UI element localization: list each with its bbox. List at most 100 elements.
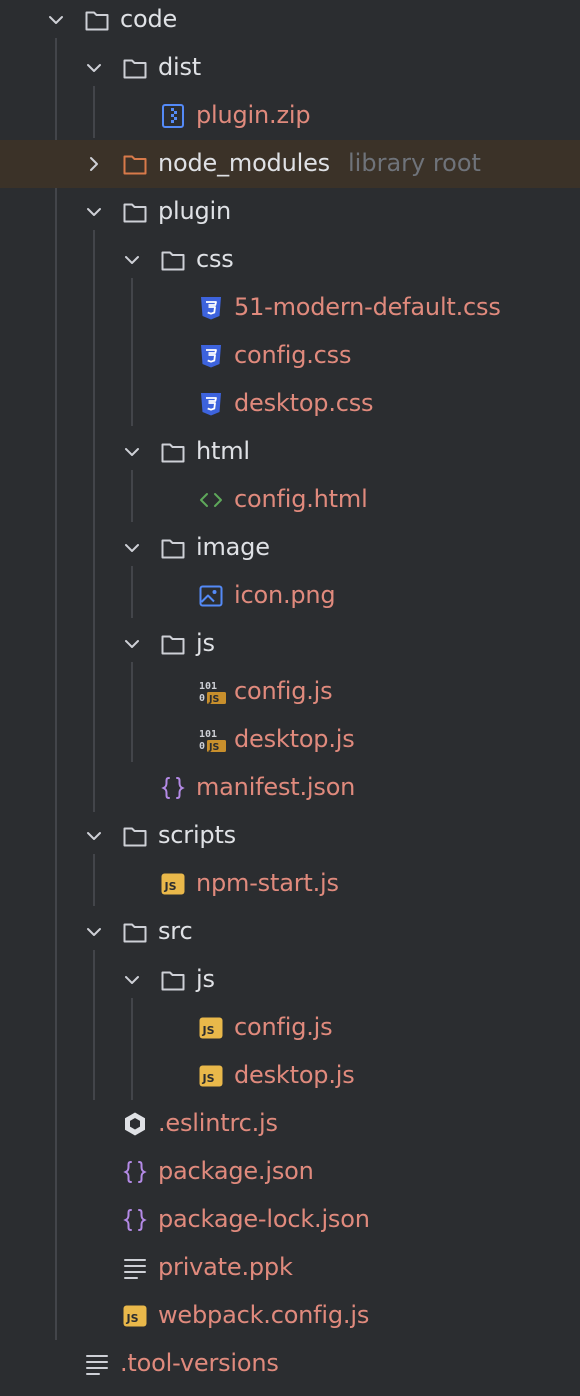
tree-label: css <box>196 245 234 273</box>
compiled-js-icon: 101 0 JS <box>199 729 226 753</box>
tree-row-image-file[interactable]: icon.png <box>0 572 580 620</box>
tree-label: config.js <box>234 1013 333 1041</box>
tree-row-json-file[interactable]: package-lock.json <box>0 1196 580 1244</box>
chevron-down-icon[interactable] <box>82 920 106 944</box>
chevron-down-icon[interactable] <box>120 536 144 560</box>
folder-icon <box>161 443 185 463</box>
folder-icon <box>123 59 147 79</box>
js-badge-text: JS <box>164 880 177 893</box>
folder-icon <box>161 251 185 271</box>
tree-row-css-file[interactable]: desktop.css <box>0 380 580 428</box>
tree-label: webpack.config.js <box>158 1301 370 1329</box>
chevron-down-icon[interactable] <box>82 56 106 80</box>
tree-row-json-file[interactable]: package.json <box>0 1148 580 1196</box>
tree-row-text-file[interactable]: private.ppk <box>0 1244 580 1292</box>
tree-label: npm-start.js <box>196 869 339 897</box>
tree-row-node-modules[interactable]: node_modules library root <box>0 140 580 188</box>
tree-label: scripts <box>158 821 236 849</box>
chevron-down-icon[interactable] <box>82 824 106 848</box>
badge-js-text: JS <box>208 742 220 753</box>
library-root-hint: library root <box>348 149 481 177</box>
tree-label: .tool-versions <box>120 1349 279 1377</box>
tree-row-src-js[interactable]: js <box>0 956 580 1004</box>
badge-top-text: 101 <box>199 681 217 692</box>
archive-icon <box>162 104 184 128</box>
tree-label: icon.png <box>234 581 336 609</box>
tree-row-dist[interactable]: dist <box>0 44 580 92</box>
tree-row-image[interactable]: image <box>0 524 580 572</box>
tree-row-src[interactable]: src <box>0 908 580 956</box>
tree-row-scripts[interactable]: scripts <box>0 812 580 860</box>
tree-label: html <box>196 437 250 465</box>
chevron-down-icon[interactable] <box>82 200 106 224</box>
chevron-down-icon[interactable] <box>120 632 144 656</box>
compiled-js-icon: 101 0 JS <box>199 681 226 705</box>
tree-row-js-file[interactable]: JS webpack.config.js <box>0 1292 580 1340</box>
tree-label: desktop.js <box>234 1061 355 1089</box>
folder-icon <box>85 11 109 31</box>
tree-label: code <box>120 5 178 33</box>
js-badge-text: JS <box>202 1024 215 1037</box>
chevron-down-icon[interactable] <box>120 440 144 464</box>
tree-label: desktop.css <box>234 389 374 417</box>
badge-bottom-text: 0 <box>199 741 205 752</box>
tree-label: src <box>158 917 193 945</box>
tree-row-code[interactable]: code <box>0 0 580 44</box>
html-file-icon <box>200 493 222 507</box>
folder-icon <box>123 203 147 223</box>
tree-label: package-lock.json <box>158 1205 370 1233</box>
folder-icon <box>123 923 147 943</box>
tree-row-js-file[interactable]: JS config.js <box>0 1004 580 1052</box>
tree-row-compiled-js[interactable]: 101 0 JS config.js <box>0 668 580 716</box>
js-file-icon: JS <box>199 1017 223 1039</box>
tree-label: plugin.zip <box>196 101 311 129</box>
tree-row-css-file[interactable]: config.css <box>0 332 580 380</box>
chevron-right-icon[interactable] <box>82 152 106 176</box>
tree-label: manifest.json <box>196 773 356 801</box>
tree-row-plugin-zip[interactable]: plugin.zip <box>0 92 580 140</box>
tree-label: node_modules <box>158 149 330 177</box>
json-file-icon <box>123 1161 147 1183</box>
css-file-icon <box>201 393 221 416</box>
css-file-icon <box>201 297 221 320</box>
chevron-down-icon[interactable] <box>120 248 144 272</box>
js-file-icon: JS <box>161 873 185 895</box>
tree-label: js <box>196 965 215 993</box>
folder-icon <box>161 971 185 991</box>
json-file-icon <box>161 777 185 799</box>
tree-label: js <box>196 629 215 657</box>
tree-label: config.css <box>234 341 352 369</box>
tree-label: dist <box>158 53 202 81</box>
tree-label: config.html <box>234 485 368 513</box>
chevron-down-icon[interactable] <box>120 968 144 992</box>
tree-label: .eslintrc.js <box>158 1109 278 1137</box>
tree-row-html-file[interactable]: config.html <box>0 476 580 524</box>
folder-icon <box>161 539 185 559</box>
text-file-icon <box>84 1351 110 1377</box>
tree-row-json-file[interactable]: manifest.json <box>0 764 580 812</box>
tree-row-eslint-file[interactable]: .eslintrc.js <box>0 1100 580 1148</box>
badge-bottom-text: 0 <box>199 693 205 704</box>
tree-row-css-file[interactable]: 51-modern-default.css <box>0 284 580 332</box>
tree-row-compiled-js[interactable]: 101 0 JS desktop.js <box>0 716 580 764</box>
badge-top-text: 101 <box>199 729 217 740</box>
tree-row-css[interactable]: css <box>0 236 580 284</box>
tree-label: 51-modern-default.css <box>234 293 501 321</box>
image-file-icon <box>199 585 223 607</box>
tree-row-text-file[interactable]: .tool-versions <box>0 1340 580 1388</box>
tree-row-js-file[interactable]: JS npm-start.js <box>0 860 580 908</box>
tree-row-js-file[interactable]: JS desktop.js <box>0 1052 580 1100</box>
js-file-icon: JS <box>199 1065 223 1087</box>
js-badge-text: JS <box>126 1312 139 1325</box>
tree-row-plugin-js[interactable]: js <box>0 620 580 668</box>
tree-label: private.ppk <box>158 1253 293 1281</box>
project-tree: code dist plugin.zip node_modules librar… <box>0 0 580 1396</box>
eslint-icon <box>125 1112 145 1136</box>
tree-row-html[interactable]: html <box>0 428 580 476</box>
folder-icon <box>123 155 147 175</box>
tree-label: image <box>196 533 270 561</box>
js-badge-text: JS <box>202 1072 215 1085</box>
tree-row-plugin[interactable]: plugin <box>0 188 580 236</box>
chevron-down-icon[interactable] <box>44 8 68 32</box>
text-file-icon <box>122 1255 148 1281</box>
